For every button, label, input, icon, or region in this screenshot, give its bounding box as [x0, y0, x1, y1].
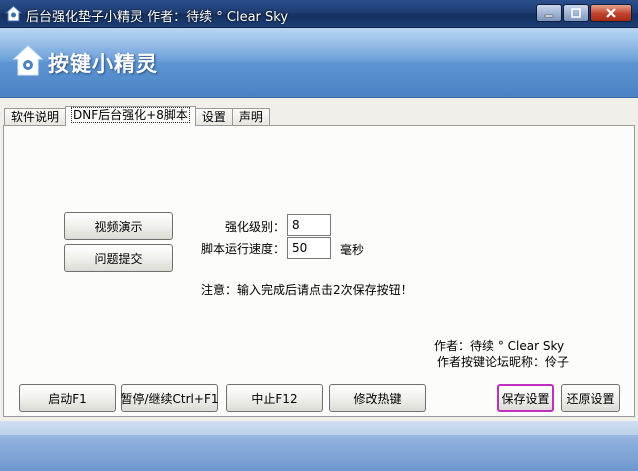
- logo-text: 按键小精灵: [48, 52, 158, 76]
- tab-label: 设置: [201, 110, 226, 124]
- start-button[interactable]: 启动F1: [19, 384, 116, 412]
- notice-text: 注意：输入完成后请点击2次保存按钮！: [201, 283, 413, 297]
- tab-panel: 视频演示 问题提交 强化级别： 8 脚本运行速度： 50 毫秒 注意：输入完成后…: [3, 125, 635, 417]
- footer-strip: [0, 421, 638, 471]
- header-banner: 按键小精灵: [0, 28, 638, 98]
- restore-settings-button[interactable]: 还原设置: [561, 384, 620, 412]
- title-bar: 后台强化垫子小精灵 作者：待续 ° Clear Sky: [0, 0, 638, 28]
- tab-settings[interactable]: 设置: [194, 108, 233, 126]
- pause-resume-button[interactable]: 暂停/继续Ctrl+F1: [121, 384, 219, 412]
- app-icon: [5, 5, 22, 22]
- speed-input[interactable]: 50: [287, 237, 331, 259]
- tab-dnf-script[interactable]: DNF后台强化+8脚本: [65, 106, 196, 126]
- level-input[interactable]: 8: [287, 214, 331, 236]
- video-demo-button[interactable]: 视频演示: [64, 212, 173, 240]
- save-settings-button[interactable]: 保存设置: [497, 384, 554, 412]
- minimize-button[interactable]: [536, 4, 562, 22]
- maximize-icon: [571, 8, 581, 18]
- close-button[interactable]: [590, 4, 632, 22]
- window-controls: [536, 4, 632, 22]
- tab-statement[interactable]: 声明: [231, 108, 270, 126]
- tab-strip: 软件说明 DNF后台强化+8脚本 设置 声明: [4, 106, 270, 126]
- tab-label: DNF后台强化+8脚本: [71, 107, 190, 123]
- minimize-icon: [544, 14, 554, 18]
- maximize-button[interactable]: [563, 4, 589, 22]
- tab-software-info[interactable]: 软件说明: [4, 108, 67, 126]
- speed-label: 脚本运行速度：: [201, 242, 286, 256]
- forum-nickname-text: 作者按键论坛昵称：伶子: [437, 355, 570, 369]
- main-area: 软件说明 DNF后台强化+8脚本 设置 声明 视频演示 问题提交 强化级别： 8…: [0, 98, 638, 421]
- window-title: 后台强化垫子小精灵 作者：待续 ° Clear Sky: [26, 10, 289, 25]
- stop-button[interactable]: 中止F12: [226, 384, 323, 412]
- speed-unit: 毫秒: [340, 243, 365, 257]
- close-icon: [606, 8, 616, 18]
- tab-label: 声明: [238, 110, 263, 124]
- tab-label: 软件说明: [11, 110, 60, 124]
- submit-issue-button[interactable]: 问题提交: [64, 244, 173, 272]
- footer-highlight: [0, 421, 638, 435]
- modify-hotkey-button[interactable]: 修改热键: [329, 384, 426, 412]
- logo-icon: [12, 45, 44, 76]
- author-text: 作者：待续 ° Clear Sky: [434, 339, 565, 353]
- level-label: 强化级别：: [225, 220, 286, 234]
